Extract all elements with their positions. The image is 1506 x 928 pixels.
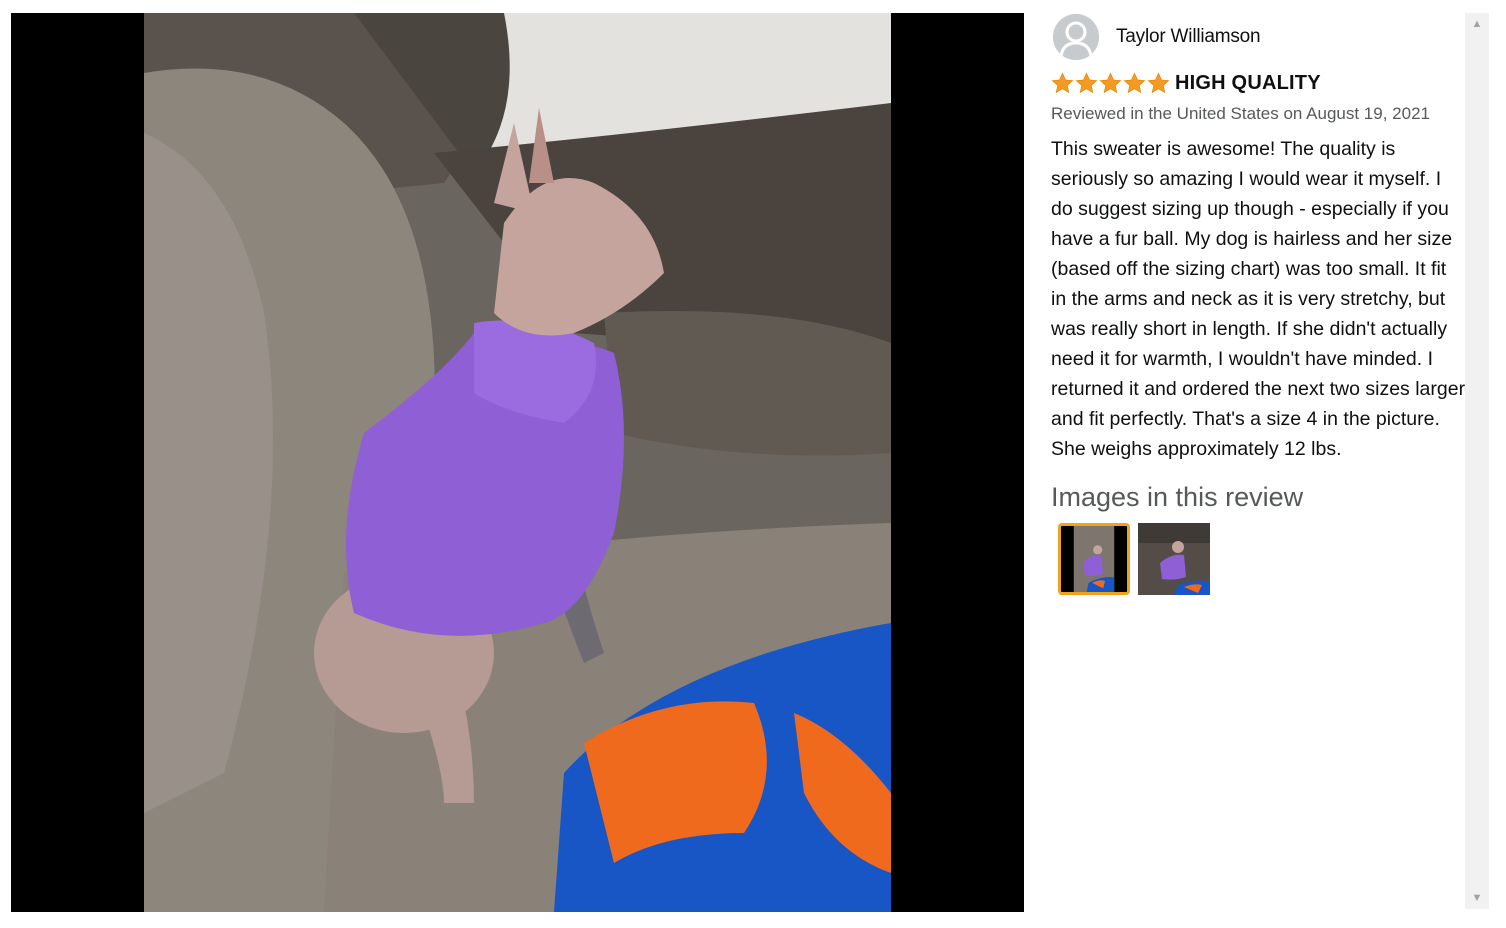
user-silhouette-icon — [1053, 14, 1099, 60]
star-rating — [1051, 72, 1170, 95]
star-icon — [1051, 72, 1074, 93]
thumbnail-strip — [1058, 523, 1466, 595]
star-icon — [1099, 72, 1122, 93]
image-viewer — [11, 13, 1024, 912]
scrollbar-thumb[interactable] — [1467, 35, 1487, 885]
vertical-scrollbar[interactable]: ▲ ▼ — [1465, 13, 1489, 909]
star-icon — [1147, 72, 1170, 93]
thumbnail-image-2[interactable] — [1138, 523, 1210, 595]
thumbnail-image-1[interactable] — [1058, 523, 1130, 595]
rating-row: HIGH QUALITY — [1051, 69, 1466, 97]
review-body: This sweater is awesome! The quality is … — [1051, 138, 1466, 460]
star-icon — [1123, 72, 1146, 93]
images-heading: Images in this review — [1051, 482, 1304, 512]
review-title[interactable]: HIGH QUALITY — [1175, 72, 1321, 95]
review-photo — [144, 13, 891, 912]
star-icon — [1075, 72, 1098, 93]
review-date: Reviewed in the United States on August … — [1051, 104, 1430, 123]
reviewer-name[interactable]: Taylor Williamson — [1116, 26, 1261, 48]
triangle-up-icon[interactable]: ▲ — [1465, 15, 1489, 33]
triangle-down-icon[interactable]: ▼ — [1465, 889, 1489, 907]
reviewer-header: Taylor Williamson — [1051, 13, 1466, 61]
review-panel: Taylor Williamson HIGH QUALITY Reviewed … — [1051, 13, 1466, 912]
